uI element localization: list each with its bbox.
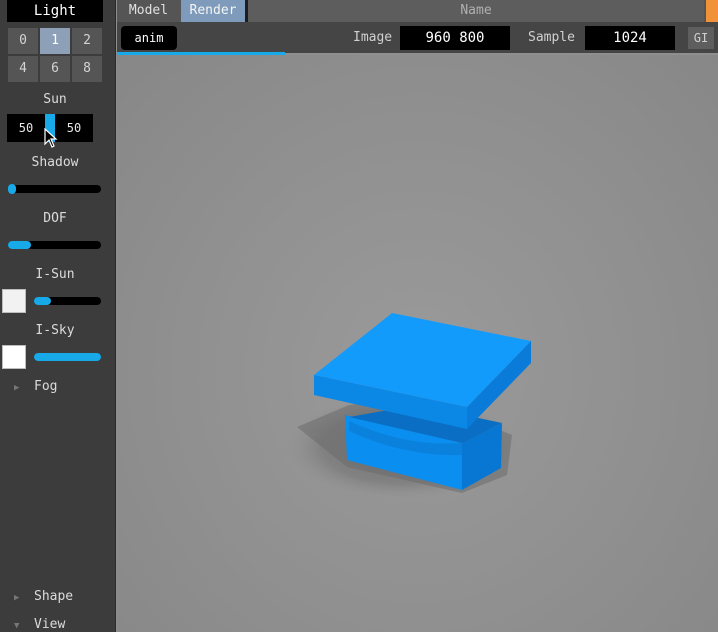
i-sun-slider-fill bbox=[34, 297, 51, 305]
triangle-right-icon: ▶ bbox=[14, 593, 20, 603]
view-label: View bbox=[34, 617, 66, 632]
name-field[interactable]: Name bbox=[248, 0, 704, 22]
tab-render[interactable]: Render bbox=[181, 0, 245, 22]
dof-slider-fill bbox=[8, 241, 31, 249]
light-count-grid: 0 1 2 4 6 8 bbox=[7, 27, 103, 83]
panel-title: Light bbox=[7, 0, 103, 22]
render-viewport[interactable] bbox=[117, 55, 718, 632]
fog-label: Fog bbox=[34, 379, 58, 394]
window-accent-marker bbox=[706, 0, 718, 22]
triangle-down-icon: ▼ bbox=[14, 621, 20, 631]
sun-color-swatch[interactable] bbox=[2, 289, 26, 313]
top-bar: Model Render Name bbox=[117, 0, 718, 22]
light-button-6[interactable]: 6 bbox=[39, 55, 71, 83]
light-panel: Light 0 1 2 4 6 8 Sun 50 50 Shadow DOF I… bbox=[0, 0, 116, 632]
sun-label: Sun bbox=[43, 92, 67, 107]
shadow-label: Shadow bbox=[31, 155, 79, 170]
shadow-slider[interactable] bbox=[8, 184, 101, 194]
view-section-toggle[interactable]: ▼ View bbox=[14, 617, 65, 632]
i-sun-slider[interactable] bbox=[34, 297, 101, 305]
image-size-label: Image bbox=[353, 30, 393, 45]
mouse-cursor-icon bbox=[44, 128, 58, 148]
light-button-8[interactable]: 8 bbox=[71, 55, 103, 83]
shadow-slider-knob[interactable] bbox=[8, 184, 16, 194]
light-button-1[interactable]: 1 bbox=[39, 27, 71, 55]
i-sun-label: I-Sun bbox=[35, 267, 75, 282]
image-size-field[interactable]: 960 800 bbox=[400, 26, 510, 50]
dof-slider[interactable] bbox=[8, 241, 101, 249]
i-sky-slider-fill bbox=[34, 353, 101, 361]
fog-section-toggle[interactable]: ▶ Fog bbox=[14, 379, 57, 394]
sample-count-field[interactable]: 1024 bbox=[585, 26, 675, 50]
dof-label: DOF bbox=[43, 211, 67, 226]
render-settings-bar: anim Image 960 800 Sample 1024 GI bbox=[117, 22, 718, 53]
gi-toggle-button[interactable]: GI bbox=[688, 27, 714, 49]
triangle-right-icon: ▶ bbox=[14, 383, 20, 393]
sun-value-left[interactable]: 50 bbox=[7, 114, 45, 142]
rendered-scene bbox=[287, 313, 531, 499]
light-button-2[interactable]: 2 bbox=[71, 27, 103, 55]
i-sky-label: I-Sky bbox=[35, 323, 75, 338]
i-sky-slider[interactable] bbox=[34, 353, 101, 361]
anim-button[interactable]: anim bbox=[121, 26, 177, 50]
tab-model[interactable]: Model bbox=[117, 0, 180, 22]
shape-label: Shape bbox=[34, 589, 74, 604]
shape-section-toggle[interactable]: ▶ Shape bbox=[14, 589, 73, 604]
light-button-0[interactable]: 0 bbox=[7, 27, 39, 55]
sky-color-swatch[interactable] bbox=[2, 345, 26, 369]
sample-label: Sample bbox=[528, 30, 575, 45]
light-button-4[interactable]: 4 bbox=[7, 55, 39, 83]
sun-value-right[interactable]: 50 bbox=[55, 114, 93, 142]
